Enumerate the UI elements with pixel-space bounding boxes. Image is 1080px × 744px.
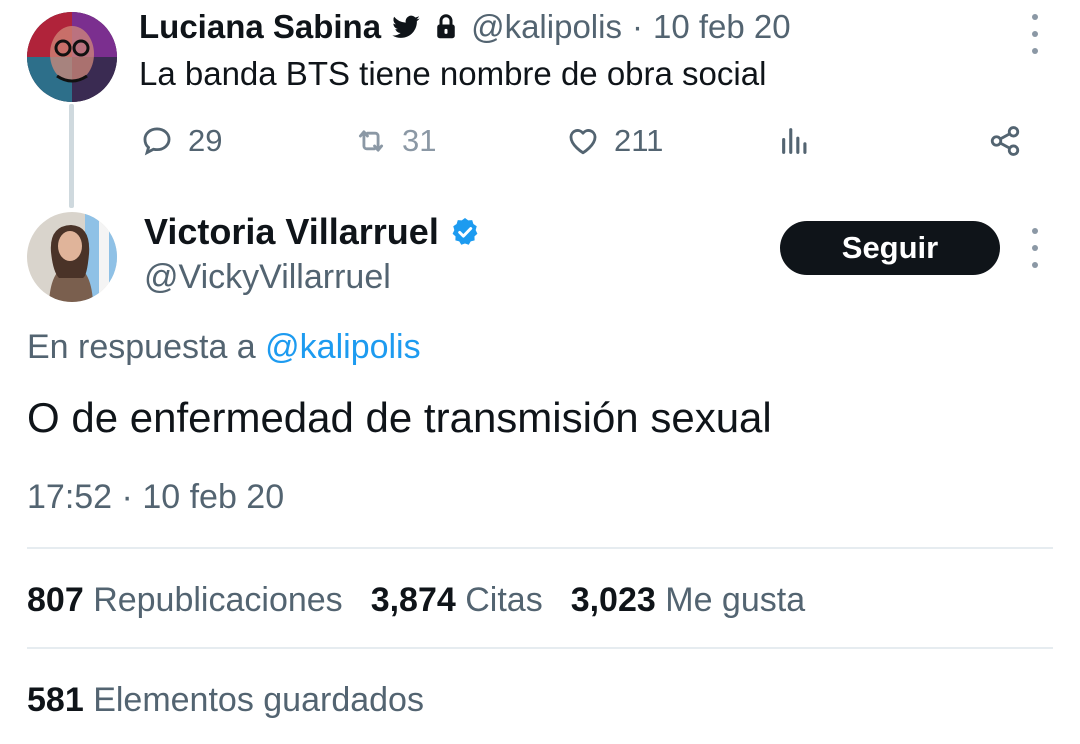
tweet-time: 17:52 (27, 478, 113, 516)
stat-value: 3,874 (370, 581, 456, 619)
parent-tweet-text: La banda BTS tiene nombre de obra social (139, 55, 767, 92)
reply-context: En respuesta a @kalipolis (27, 324, 421, 370)
stat-citas[interactable]: 3,874 Citas (371, 576, 543, 624)
reply-prefix: En respuesta a (27, 328, 256, 366)
retweet-button[interactable]: 31 (354, 118, 436, 164)
tweet-timestamp[interactable]: 17:52 · 10 feb 20 (27, 474, 284, 520)
like-button[interactable]: 211 (566, 118, 663, 164)
stat-value: 3,023 (570, 581, 656, 619)
timestamp-separator: · (121, 478, 133, 516)
main-more-icon[interactable] (1030, 228, 1040, 268)
parent-handle[interactable]: @kalipolis (471, 8, 622, 46)
parent-display-name[interactable]: Luciana Sabina (139, 8, 381, 46)
engagement-stats: 807 Republicaciones 3,874 Citas 3,023 Me… (27, 576, 805, 624)
reply-button[interactable]: 29 (140, 118, 222, 164)
thread-connector-line (69, 104, 74, 208)
divider (27, 547, 1053, 549)
twitter-bird-icon (392, 15, 420, 38)
tweet-date: 10 feb 20 (142, 478, 285, 516)
stat-label: Elementos guardados (93, 681, 424, 719)
stat-value: 581 (27, 681, 84, 719)
parent-date-separator: · (631, 8, 643, 45)
like-icon (569, 129, 597, 155)
reply-handle-link[interactable]: @kalipolis (265, 328, 420, 366)
stat-bookmarks[interactable]: 581 Elementos guardados (27, 676, 424, 724)
views-button[interactable] (778, 118, 812, 164)
stat-value: 807 (27, 581, 84, 619)
retweet-count: 31 (402, 123, 437, 158)
main-tweet-header: Victoria Villarruel (144, 208, 481, 256)
stat-republicaciones[interactable]: 807 Republicaciones (27, 576, 343, 624)
parent-tweet-header: Luciana Sabina @kalipolis · 10 feb 20 (139, 4, 791, 50)
lock-icon (437, 14, 455, 39)
follow-button[interactable]: Seguir (780, 221, 1000, 275)
avatar-image (27, 212, 117, 302)
reply-icon (143, 127, 171, 156)
main-display-name[interactable]: Victoria Villarruel (144, 211, 439, 253)
like-count: 211 (614, 123, 664, 158)
avatar-luciana-sabina[interactable] (27, 12, 117, 102)
share-icon (990, 126, 1020, 156)
views-icon (782, 128, 807, 154)
parent-date[interactable]: 10 feb 20 (653, 8, 791, 46)
parent-more-icon[interactable] (1030, 14, 1040, 54)
main-handle[interactable]: @VickyVillarruel (144, 254, 391, 300)
stat-me-gusta[interactable]: 3,023 Me gusta (571, 576, 805, 624)
verified-badge-icon (452, 218, 478, 245)
avatar-image (27, 12, 117, 102)
share-button[interactable] (988, 118, 1022, 164)
reply-count: 29 (188, 123, 223, 158)
avatar-victoria-villarruel[interactable] (27, 212, 117, 302)
divider (27, 647, 1053, 649)
main-tweet-text: O de enfermedad de transmisión sexual (27, 394, 772, 441)
stat-label: Me gusta (665, 581, 806, 619)
retweet-icon (358, 130, 384, 152)
stat-label: Republicaciones (93, 581, 343, 619)
stat-label: Citas (465, 581, 543, 619)
